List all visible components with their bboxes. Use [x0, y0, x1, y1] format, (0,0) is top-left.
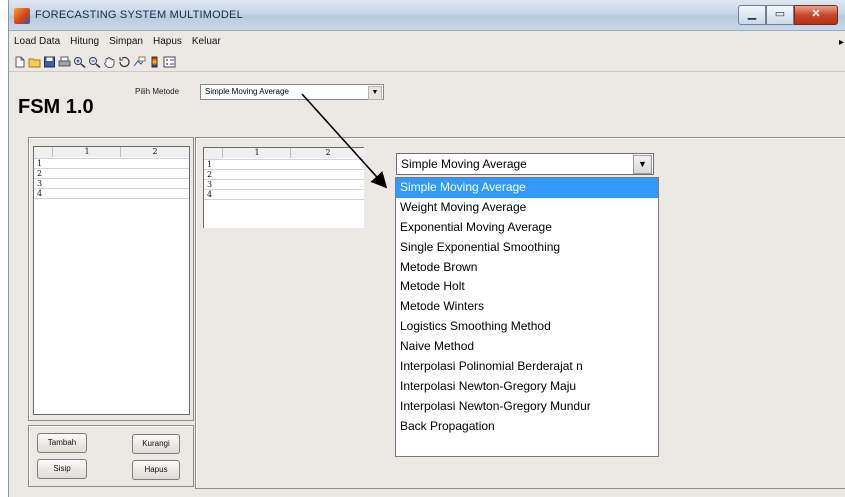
option-logistics-smoothing-method[interactable]: Logistics Smoothing Method [396, 317, 658, 337]
column-header[interactable]: 1 [222, 148, 291, 158]
menu-load-data[interactable]: Load Data [9, 34, 65, 52]
tambah-button[interactable]: Tambah [37, 433, 87, 453]
table-row[interactable]: 2 [34, 168, 189, 178]
right-data-table[interactable]: 1 2 1 2 3 4 [203, 147, 365, 228]
row-header: 2 [37, 169, 43, 178]
kurangi-button[interactable]: Kurangi [132, 434, 180, 454]
row-header: 4 [37, 189, 43, 198]
menu-hapus[interactable]: Hapus [148, 34, 187, 52]
close-button[interactable]: ✕ [794, 5, 838, 25]
save-icon[interactable] [43, 56, 56, 68]
column-header[interactable]: 1 [52, 147, 121, 157]
table-row[interactable]: 4 [34, 188, 189, 199]
colorbar-icon[interactable] [148, 56, 161, 68]
method-dropdown-list: Simple Moving Average Weight Moving Aver… [395, 177, 659, 457]
row-header: 3 [207, 180, 213, 189]
menu-overflow-icon[interactable]: ▸ [839, 37, 844, 48]
app-title: FSM 1.0 [18, 96, 94, 118]
metode-select[interactable]: Simple Moving Average ▼ [200, 84, 384, 100]
left-data-table[interactable]: 1 2 1 2 3 4 [33, 146, 190, 415]
option-single-exponential-smoothing[interactable]: Single Exponential Smoothing [396, 238, 658, 258]
legend-icon[interactable] [163, 56, 176, 68]
open-folder-icon[interactable] [28, 56, 41, 68]
option-weight-moving-average[interactable]: Weight Moving Average [396, 198, 658, 218]
matlab-app-icon [14, 8, 30, 24]
zoom-in-icon[interactable] [73, 56, 86, 68]
menu-simpan[interactable]: Simpan [104, 34, 148, 52]
method-dropdown-value: Simple Moving Average [401, 157, 527, 171]
option-metode-brown[interactable]: Metode Brown [396, 258, 658, 278]
table-row[interactable]: 1 [204, 159, 364, 169]
row-header: 2 [207, 170, 213, 179]
zoom-out-icon[interactable] [88, 56, 101, 68]
toolbar [9, 53, 845, 72]
data-cursor-icon[interactable] [133, 56, 146, 68]
table-row[interactable]: 3 [204, 179, 364, 189]
method-dropdown[interactable]: Simple Moving Average ▼ [396, 153, 654, 175]
column-header[interactable]: 2 [290, 148, 365, 158]
row-header: 1 [37, 159, 43, 168]
option-interpolasi-polinomial[interactable]: Interpolasi Polinomial Berderajat n [396, 357, 658, 377]
left-table-panel: 1 2 1 2 3 4 [28, 137, 194, 421]
menu-keluar[interactable]: Keluar [187, 34, 226, 52]
minimize-button[interactable]: ▁ [738, 5, 766, 25]
table-row[interactable]: 3 [34, 178, 189, 188]
table-row[interactable]: 4 [204, 189, 364, 200]
title-bar[interactable]: FORECASTING SYSTEM MULTIMODEL ▁ ▭ ✕ [9, 0, 845, 31]
hapus-button[interactable]: Hapus [132, 460, 180, 480]
option-simple-moving-average[interactable]: Simple Moving Average [396, 178, 658, 198]
metode-select-value: Simple Moving Average [205, 87, 289, 96]
window-title: FORECASTING SYSTEM MULTIMODEL [35, 9, 243, 21]
option-metode-holt[interactable]: Metode Holt [396, 277, 658, 297]
chevron-down-icon[interactable]: ▼ [633, 155, 652, 174]
row-header: 4 [207, 190, 213, 199]
new-file-icon[interactable] [13, 56, 26, 68]
option-metode-winters[interactable]: Metode Winters [396, 297, 658, 317]
table-row[interactable]: 2 [204, 169, 364, 179]
chevron-down-icon[interactable]: ▼ [368, 86, 382, 100]
row-header: 1 [207, 160, 213, 169]
maximize-button[interactable]: ▭ [766, 5, 794, 25]
column-header[interactable]: 2 [120, 147, 189, 157]
pilih-metode-label: Pilih Metode [135, 87, 180, 96]
option-newton-gregory-maju[interactable]: Interpolasi Newton-Gregory Maju [396, 377, 658, 397]
option-newton-gregory-mundur[interactable]: Interpolasi Newton-Gregory Mundur [396, 397, 658, 417]
pan-hand-icon[interactable] [103, 56, 116, 68]
menu-bar: Load Data Hitung Simpan Hapus Keluar [9, 34, 845, 52]
print-icon[interactable] [58, 56, 71, 68]
menu-hitung[interactable]: Hitung [65, 34, 104, 52]
table-row[interactable]: 1 [34, 158, 189, 168]
sisip-button[interactable]: Sisip [37, 459, 87, 479]
button-panel: Tambah Kurangi Sisip Hapus [28, 425, 194, 487]
row-header: 3 [37, 179, 43, 188]
option-back-propagation[interactable]: Back Propagation [396, 417, 658, 437]
rotate-3d-icon[interactable] [118, 56, 131, 68]
option-exponential-moving-average[interactable]: Exponential Moving Average [396, 218, 658, 238]
option-naive-method[interactable]: Naive Method [396, 337, 658, 357]
